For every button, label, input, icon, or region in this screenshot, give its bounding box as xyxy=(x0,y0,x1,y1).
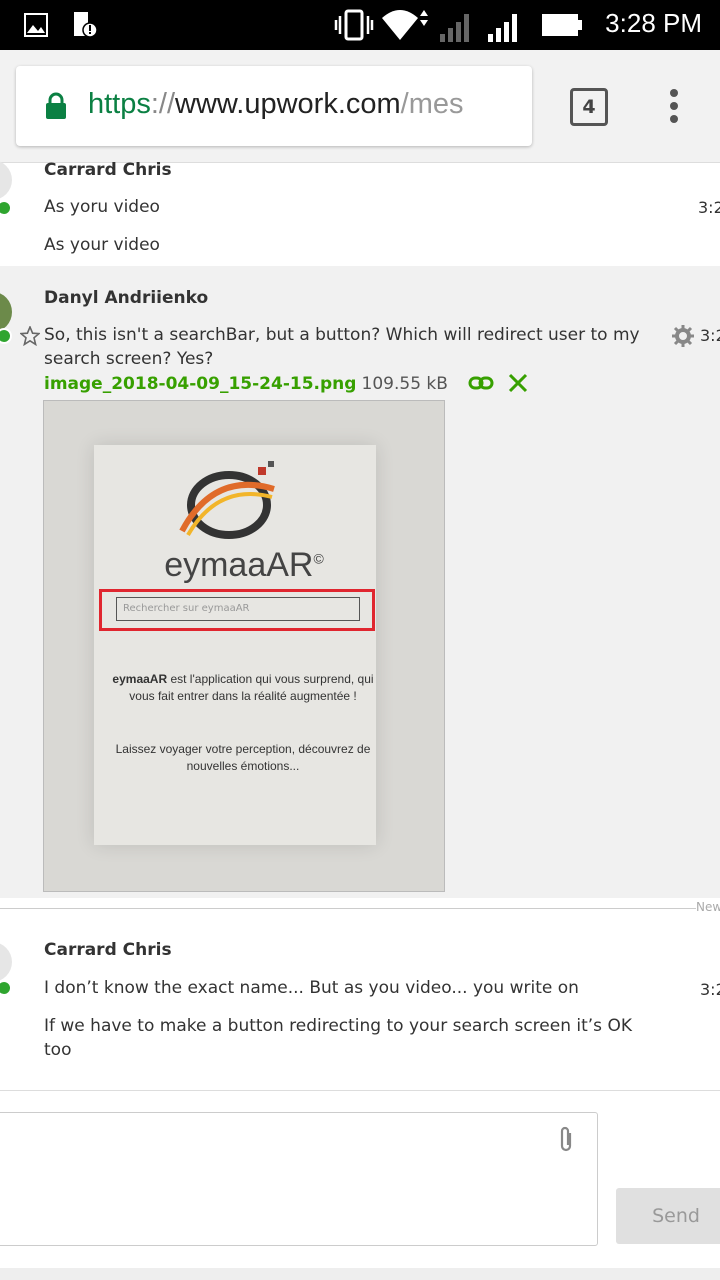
message-text: As yoru video xyxy=(44,197,160,217)
avatar[interactable] xyxy=(0,942,12,982)
gallery-notification-icon xyxy=(24,13,48,37)
close-icon[interactable] xyxy=(508,373,528,393)
alert-notification-icon xyxy=(74,12,98,38)
star-icon[interactable] xyxy=(20,326,40,346)
brand-logo xyxy=(179,461,275,539)
image-search-highlight: Rechercher sur eymaaAR xyxy=(99,589,375,631)
online-indicator xyxy=(0,980,12,996)
message-text: So, this isn't a searchBar, but a button… xyxy=(44,325,640,369)
url-scheme: https xyxy=(88,88,151,120)
new-messages-divider xyxy=(0,908,720,909)
online-indicator xyxy=(0,200,12,216)
battery-icon xyxy=(542,14,582,36)
message-time: 3:2 xyxy=(698,198,720,217)
gear-icon[interactable] xyxy=(672,325,694,347)
browser-toolbar: https://www.upwork.com/mes 4 xyxy=(0,50,720,163)
signal-icon-1 xyxy=(440,14,469,42)
message-text: As your video xyxy=(44,235,160,255)
url-separator: :// xyxy=(150,88,176,120)
image-brand-mark: © xyxy=(313,550,324,567)
message-time: 3:2 xyxy=(700,326,720,345)
lock-icon xyxy=(46,92,66,119)
bottom-bar xyxy=(0,1268,720,1280)
attachment-image[interactable]: eymaaAR© Rechercher sur eymaaAR eymaaAR … xyxy=(43,400,445,892)
link-icon[interactable] xyxy=(468,372,494,394)
attachment-size: 109.55 kB xyxy=(361,374,448,394)
message-text: If we have to make a button redirecting … xyxy=(44,1016,632,1060)
message-author[interactable]: Danyl Andriienko xyxy=(44,288,208,308)
composer-divider xyxy=(0,1090,720,1091)
url-path: /mes xyxy=(400,88,464,120)
wifi-icon xyxy=(382,10,428,40)
url-bar[interactable]: https://www.upwork.com/mes xyxy=(16,66,532,146)
message-time: 3:2 xyxy=(700,980,720,999)
url-text[interactable]: https://www.upwork.com/mes xyxy=(88,88,464,121)
overflow-menu-icon[interactable] xyxy=(662,86,686,126)
avatar[interactable] xyxy=(0,160,12,200)
status-time: 3:28 PM xyxy=(605,8,702,38)
message-author[interactable]: Carrard Chris xyxy=(44,160,172,180)
message-text: I don’t know the exact name... But as yo… xyxy=(44,978,579,998)
image-search-field: Rechercher sur eymaaAR xyxy=(116,597,360,621)
url-host: www.upwork.com xyxy=(175,88,401,120)
image-description-bold: eymaaAR xyxy=(112,672,168,686)
image-description: eymaaAR est l'application qui vous surpr… xyxy=(112,671,374,705)
tab-switcher-button[interactable]: 4 xyxy=(570,88,608,126)
send-button[interactable]: Send xyxy=(616,1188,720,1244)
new-label: New xyxy=(696,900,720,914)
status-bar: 3:28 PM xyxy=(0,0,720,50)
message-author[interactable]: Carrard Chris xyxy=(44,940,172,960)
attachment-row: image_2018-04-09_15-24-15.png 109.55 kB xyxy=(44,374,448,394)
image-description-2: Laissez voyager votre perception, découv… xyxy=(115,742,371,773)
vibrate-icon xyxy=(334,9,374,41)
message-input[interactable] xyxy=(0,1112,598,1246)
image-brand-name: eymaaAR xyxy=(164,546,314,584)
signal-icon-2 xyxy=(488,14,517,42)
attachment-link[interactable]: image_2018-04-09_15-24-15.png xyxy=(44,374,356,394)
paperclip-icon[interactable] xyxy=(555,1125,577,1155)
image-brand-text: eymaaAR© xyxy=(44,546,444,585)
